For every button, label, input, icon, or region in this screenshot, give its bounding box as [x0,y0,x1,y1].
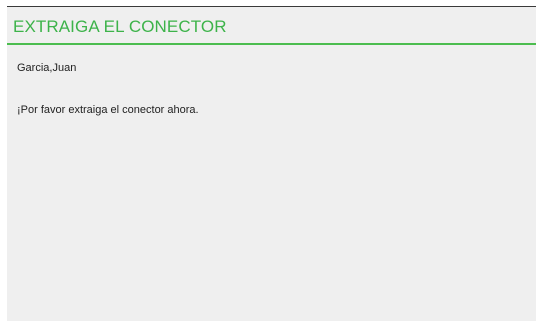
patient-name: Garcia,Juan [17,62,77,74]
header-bar: EXTRAIGA EL CONECTOR [7,7,536,44]
header-divider [7,43,536,45]
page-title: EXTRAIGA EL CONECTOR [13,17,227,36]
dialog-screen: EXTRAIGA EL CONECTOR Garcia,Juan ¡Por fa… [7,6,536,321]
instruction-message: ¡Por favor extraiga el conector ahora. [17,104,199,116]
